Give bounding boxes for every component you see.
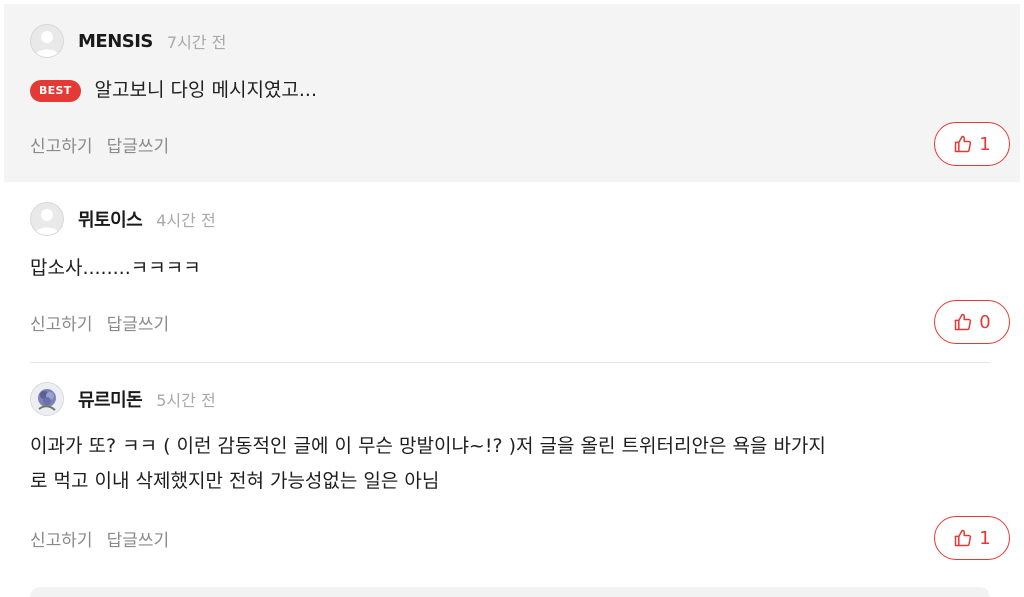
comment-header: 뮤르미돈 5시간 전 [30, 382, 216, 416]
reply-button[interactable]: 답글쓰기 [107, 526, 170, 551]
comment-actions: 신고하기 답글쓰기 [30, 132, 169, 157]
report-button[interactable]: 신고하기 [30, 526, 93, 551]
reply-button[interactable]: 답글쓰기 [107, 310, 170, 335]
comment-time: 4시간 전 [156, 211, 216, 230]
comment-body: 이과가 또? ㅋㅋ ( 이런 감동적인 글에 이 무슨 망발이냐~!? )저 글… [30, 429, 994, 499]
thumbs-up-icon [955, 313, 972, 331]
comment-item-best: MENSIS 7시간 전 BEST 알고보니 다잉 메시지였고... 신고하기 … [4, 4, 1020, 182]
blue-rose-avatar [31, 383, 63, 415]
comment-header: 뮈토이스 4시간 전 [30, 202, 216, 236]
comment-actions: 신고하기 답글쓰기 [30, 310, 169, 335]
comment-item: 뮈토이스 4시간 전 맙소사........ㅋㅋㅋㅋ 신고하기 답글쓰기 0 [4, 182, 1020, 362]
like-button[interactable]: 1 [934, 122, 1010, 166]
comment-time: 5시간 전 [156, 391, 216, 410]
like-button[interactable]: 0 [934, 300, 1010, 344]
best-badge: BEST [30, 79, 81, 102]
reply-button[interactable]: 답글쓰기 [107, 132, 170, 157]
comment-body: BEST 알고보니 다잉 메시지였고... [30, 73, 994, 108]
comment-header: MENSIS 7시간 전 [30, 24, 226, 58]
next-comment-box [30, 587, 990, 597]
comment-text-line: 로 먹고 이내 삭제했지만 전혀 가능성없는 일은 아님 [30, 470, 440, 492]
person-silhouette-icon [35, 31, 59, 57]
avatar[interactable] [30, 24, 64, 58]
thumbs-up-icon [955, 135, 972, 153]
comment-text: 맙소사........ㅋㅋㅋㅋ [30, 257, 201, 279]
like-count: 0 [979, 311, 991, 333]
comment-actions: 신고하기 답글쓰기 [30, 526, 169, 551]
author-name[interactable]: 뮈토이스 [78, 206, 143, 232]
like-count: 1 [979, 527, 991, 549]
comment-time: 7시간 전 [166, 33, 227, 52]
person-silhouette-icon [35, 209, 59, 235]
report-button[interactable]: 신고하기 [30, 132, 93, 157]
like-button[interactable]: 1 [934, 516, 1010, 560]
report-button[interactable]: 신고하기 [30, 310, 93, 335]
thumbs-up-icon [955, 529, 972, 547]
comment-text: 알고보니 다잉 메시지였고... [94, 79, 318, 101]
comment-list: MENSIS 7시간 전 BEST 알고보니 다잉 메시지였고... 신고하기 … [0, 0, 1024, 597]
comment-text-line: 이과가 또? ㅋㅋ ( 이런 감동적인 글에 이 무슨 망발이냐~!? )저 글… [30, 435, 826, 457]
comment-body: 맙소사........ㅋㅋㅋㅋ [30, 251, 994, 286]
author-name[interactable]: 뮤르미돈 [78, 386, 143, 412]
avatar[interactable] [30, 382, 64, 416]
author-name[interactable]: MENSIS [78, 31, 153, 52]
comment-item: 뮤르미돈 5시간 전 이과가 또? ㅋㅋ ( 이런 감동적인 글에 이 무슨 망… [4, 362, 1020, 587]
like-count: 1 [979, 133, 991, 155]
avatar[interactable] [30, 202, 64, 236]
